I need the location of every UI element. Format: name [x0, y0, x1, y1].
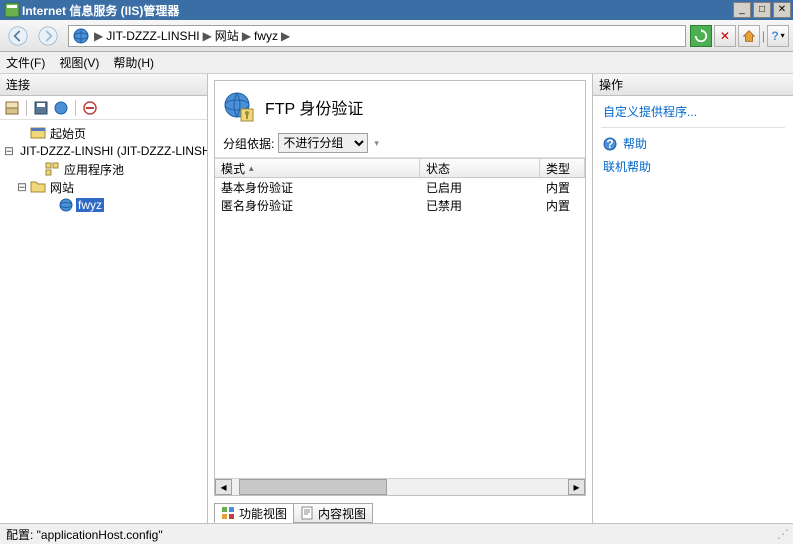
ftp-auth-icon — [223, 91, 255, 123]
group-by-label: 分组依据: — [223, 135, 274, 152]
nav-tools: ✕ | ?▾ — [690, 25, 789, 47]
refresh-button[interactable] — [690, 25, 712, 47]
chevron-right-icon: ▶ — [281, 29, 290, 43]
chevron-right-icon: ▶ — [203, 29, 212, 43]
nav-bar: ▶ JIT-DZZZ-LINSHI ▶ 网站 ▶ fwyz ▶ ✕ | ?▾ — [0, 20, 793, 52]
link-icon[interactable] — [53, 100, 69, 116]
list-header: 模式▴ 状态 类型 — [215, 158, 585, 178]
start-page-icon — [30, 125, 46, 141]
menu-view[interactable]: 视图(V) — [59, 54, 99, 71]
tree-server[interactable]: ⊟ JIT-DZZZ-LINSHI (JIT-DZZZ-LINSHI\Admin… — [2, 142, 205, 160]
scroll-right-icon[interactable]: ▸ — [568, 479, 585, 495]
help-icon: ? — [603, 137, 617, 151]
content-icon — [300, 506, 314, 520]
menu-file[interactable]: 文件(F) — [6, 54, 45, 71]
resize-grip-icon[interactable]: ⋰ — [777, 527, 787, 541]
site-icon — [58, 197, 74, 213]
horizontal-scrollbar[interactable]: ◂ ▸ — [215, 478, 585, 495]
separator — [75, 100, 76, 116]
page-title: FTP 身份验证 — [265, 95, 363, 119]
maximize-button[interactable]: □ — [753, 2, 771, 18]
tree-sites[interactable]: ⊟ 网站 — [2, 178, 205, 196]
separator — [26, 100, 27, 116]
tab-features[interactable]: 功能视图 — [214, 503, 294, 523]
column-mode[interactable]: 模式▴ — [215, 159, 420, 177]
list-body: 基本身份验证 已启用 内置 匿名身份验证 已禁用 内置 — [215, 178, 585, 478]
list-row[interactable]: 基本身份验证 已启用 内置 — [215, 178, 585, 196]
actions-header: 操作 — [593, 74, 793, 96]
connections-pane: 连接 起始页 ⊟ JIT-DZZZ-LINSHI (JIT-DZZZ-LINSH… — [0, 74, 208, 523]
chevron-right-icon: ▶ — [94, 29, 103, 43]
separator — [601, 127, 785, 128]
sort-asc-icon: ▴ — [249, 163, 254, 174]
page-header: FTP 身份验证 — [215, 81, 585, 129]
cell-status: 已启用 — [420, 179, 540, 196]
group-by-select[interactable]: 不进行分组 — [278, 133, 368, 153]
tree-start-page[interactable]: 起始页 — [2, 124, 205, 142]
view-tabs: 功能视图 内容视图 — [208, 501, 592, 523]
connect-icon[interactable] — [4, 100, 20, 116]
cell-mode: 基本身份验证 — [215, 179, 420, 196]
window-title: Internet 信息服务 (IIS)管理器 — [22, 2, 733, 19]
center-pane: FTP 身份验证 分组依据: 不进行分组 ▾ 模式▴ 状态 类型 基本身份验证 … — [208, 74, 593, 523]
home-button[interactable] — [738, 25, 760, 47]
separator: | — [762, 29, 765, 43]
column-type[interactable]: 类型 — [540, 159, 585, 177]
breadcrumb-sites[interactable]: 网站 — [215, 27, 239, 44]
chevron-right-icon: ▶ — [242, 29, 251, 43]
server-icon — [73, 28, 89, 44]
breadcrumb-server[interactable]: JIT-DZZZ-LINSHI — [106, 29, 199, 43]
connections-toolbar — [0, 96, 207, 120]
title-bar: Internet 信息服务 (IIS)管理器 _ □ ✕ — [0, 0, 793, 20]
cell-type: 内置 — [540, 179, 585, 196]
column-status[interactable]: 状态 — [420, 159, 540, 177]
connections-header: 连接 — [0, 74, 207, 96]
up-icon[interactable] — [82, 100, 98, 116]
breadcrumb[interactable]: ▶ JIT-DZZZ-LINSHI ▶ 网站 ▶ fwyz ▶ — [68, 25, 686, 47]
connections-tree: 起始页 ⊟ JIT-DZZZ-LINSHI (JIT-DZZZ-LINSHI\A… — [0, 120, 207, 523]
action-custom-providers[interactable]: 自定义提供程序... — [601, 100, 785, 123]
breadcrumb-fwyz[interactable]: fwyz — [254, 29, 278, 43]
close-button[interactable]: ✕ — [773, 2, 791, 18]
forward-button[interactable] — [34, 23, 62, 49]
cell-status: 已禁用 — [420, 197, 540, 214]
save-icon[interactable] — [33, 100, 49, 116]
status-config: 配置: "applicationHost.config" — [6, 526, 163, 543]
action-help[interactable]: ? 帮助 — [601, 132, 785, 155]
list-row[interactable]: 匿名身份验证 已禁用 内置 — [215, 196, 585, 214]
actions-pane: 操作 自定义提供程序... ? 帮助 联机帮助 — [593, 74, 793, 523]
minimize-button[interactable]: _ — [733, 2, 751, 18]
tab-content[interactable]: 内容视图 — [293, 503, 373, 523]
cell-mode: 匿名身份验证 — [215, 197, 420, 214]
collapse-icon[interactable]: ⊟ — [16, 180, 28, 194]
scroll-thumb[interactable] — [239, 479, 387, 495]
window-buttons: _ □ ✕ — [733, 2, 791, 18]
folder-icon — [30, 179, 46, 195]
collapse-icon[interactable]: ⊟ — [4, 144, 14, 158]
tree-site-fwyz[interactable]: fwyz — [2, 196, 205, 214]
scroll-left-icon[interactable]: ◂ — [215, 479, 232, 495]
app-pool-icon — [44, 161, 60, 177]
back-button[interactable] — [4, 23, 32, 49]
app-icon — [4, 2, 20, 18]
stop-button[interactable]: ✕ — [714, 25, 736, 47]
svg-text:?: ? — [606, 137, 613, 151]
features-icon — [221, 506, 235, 520]
tree-app-pools[interactable]: 应用程序池 — [2, 160, 205, 178]
group-by-row: 分组依据: 不进行分组 ▾ — [215, 129, 585, 158]
cell-type: 内置 — [540, 197, 585, 214]
help-dropdown-button[interactable]: ?▾ — [767, 25, 789, 47]
dash-icon: ▾ — [374, 138, 379, 149]
menu-help[interactable]: 帮助(H) — [113, 54, 154, 71]
menu-bar: 文件(F) 视图(V) 帮助(H) — [0, 52, 793, 74]
status-bar: 配置: "applicationHost.config" ⋰ — [0, 523, 793, 544]
action-online-help[interactable]: 联机帮助 — [601, 155, 785, 178]
